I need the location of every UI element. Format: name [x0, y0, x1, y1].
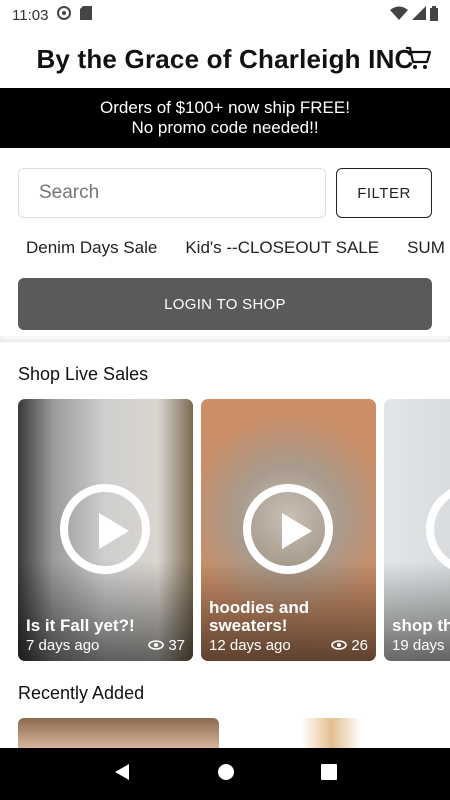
- live-sale-meta: 19 days: [392, 637, 450, 654]
- signal-icon: [412, 6, 426, 24]
- store-title: By the Grace of Charleigh INC: [36, 43, 414, 74]
- eye-icon: [331, 637, 348, 654]
- live-sales-carousel: Is it Fall yet?! 7 days ago 37 hoodies a…: [0, 385, 450, 661]
- category-tags: Denim Days Sale Kid's --CLOSEOUT SALE SU…: [0, 218, 450, 258]
- tag-summer[interactable]: SUM: [407, 238, 445, 258]
- live-sale-age: 7 days ago: [26, 637, 100, 654]
- live-sales-heading: Shop Live Sales: [18, 364, 149, 384]
- cart-icon[interactable]: [404, 44, 432, 77]
- tag-denim-days-sale[interactable]: Denim Days Sale: [26, 238, 157, 258]
- live-sale-title: hoodies and sweaters!: [209, 598, 310, 635]
- live-sale-age: 19 days: [392, 637, 445, 654]
- recents-icon[interactable]: [321, 763, 337, 785]
- live-sale-title: Is it Fall yet?!: [26, 616, 135, 635]
- promo-banner: Orders of $100+ now ship FREE! No promo …: [0, 88, 450, 148]
- live-sale-card[interactable]: hoodies and sweaters! 12 days ago 26: [201, 399, 376, 661]
- view-count-value: 26: [351, 637, 368, 654]
- app-header: By the Grace of Charleigh INC: [0, 30, 450, 88]
- play-icon[interactable]: [243, 484, 333, 574]
- promo-line-2: No promo code needed!!: [131, 118, 319, 137]
- live-sale-title: shop th: [392, 616, 450, 635]
- wifi-icon: [390, 6, 408, 24]
- battery-icon: [430, 5, 438, 25]
- search-row: FILTER: [0, 148, 450, 218]
- play-icon[interactable]: [60, 484, 150, 574]
- view-count: 26: [331, 637, 368, 654]
- view-count: 37: [148, 637, 185, 654]
- search-input[interactable]: [18, 168, 326, 218]
- live-sale-meta: 7 days ago 37: [26, 637, 185, 654]
- sync-icon: [56, 5, 72, 25]
- eye-icon: [148, 637, 165, 654]
- live-sale-age: 12 days ago: [209, 637, 291, 654]
- live-sale-card[interactable]: shop th 19 days: [384, 399, 450, 661]
- sd-card-icon: [80, 6, 93, 24]
- home-icon[interactable]: [217, 763, 235, 786]
- status-left: 11:03: [12, 5, 93, 25]
- status-bar: 11:03: [0, 0, 450, 30]
- status-right: [390, 5, 438, 25]
- tag-kids-closeout-sale[interactable]: Kid's --CLOSEOUT SALE: [185, 238, 379, 258]
- login-to-shop-button[interactable]: LOGIN TO SHOP: [18, 278, 432, 330]
- live-sale-card[interactable]: Is it Fall yet?! 7 days ago 37: [18, 399, 193, 661]
- android-nav-bar: [0, 748, 450, 800]
- view-count-value: 37: [168, 637, 185, 654]
- recently-added-heading: Recently Added: [18, 683, 145, 703]
- clock: 11:03: [12, 6, 49, 24]
- back-icon[interactable]: [113, 762, 131, 787]
- promo-line-1: Orders of $100+ now ship FREE!: [100, 98, 350, 117]
- live-sale-meta: 12 days ago 26: [209, 637, 368, 654]
- filter-button[interactable]: FILTER: [336, 168, 432, 218]
